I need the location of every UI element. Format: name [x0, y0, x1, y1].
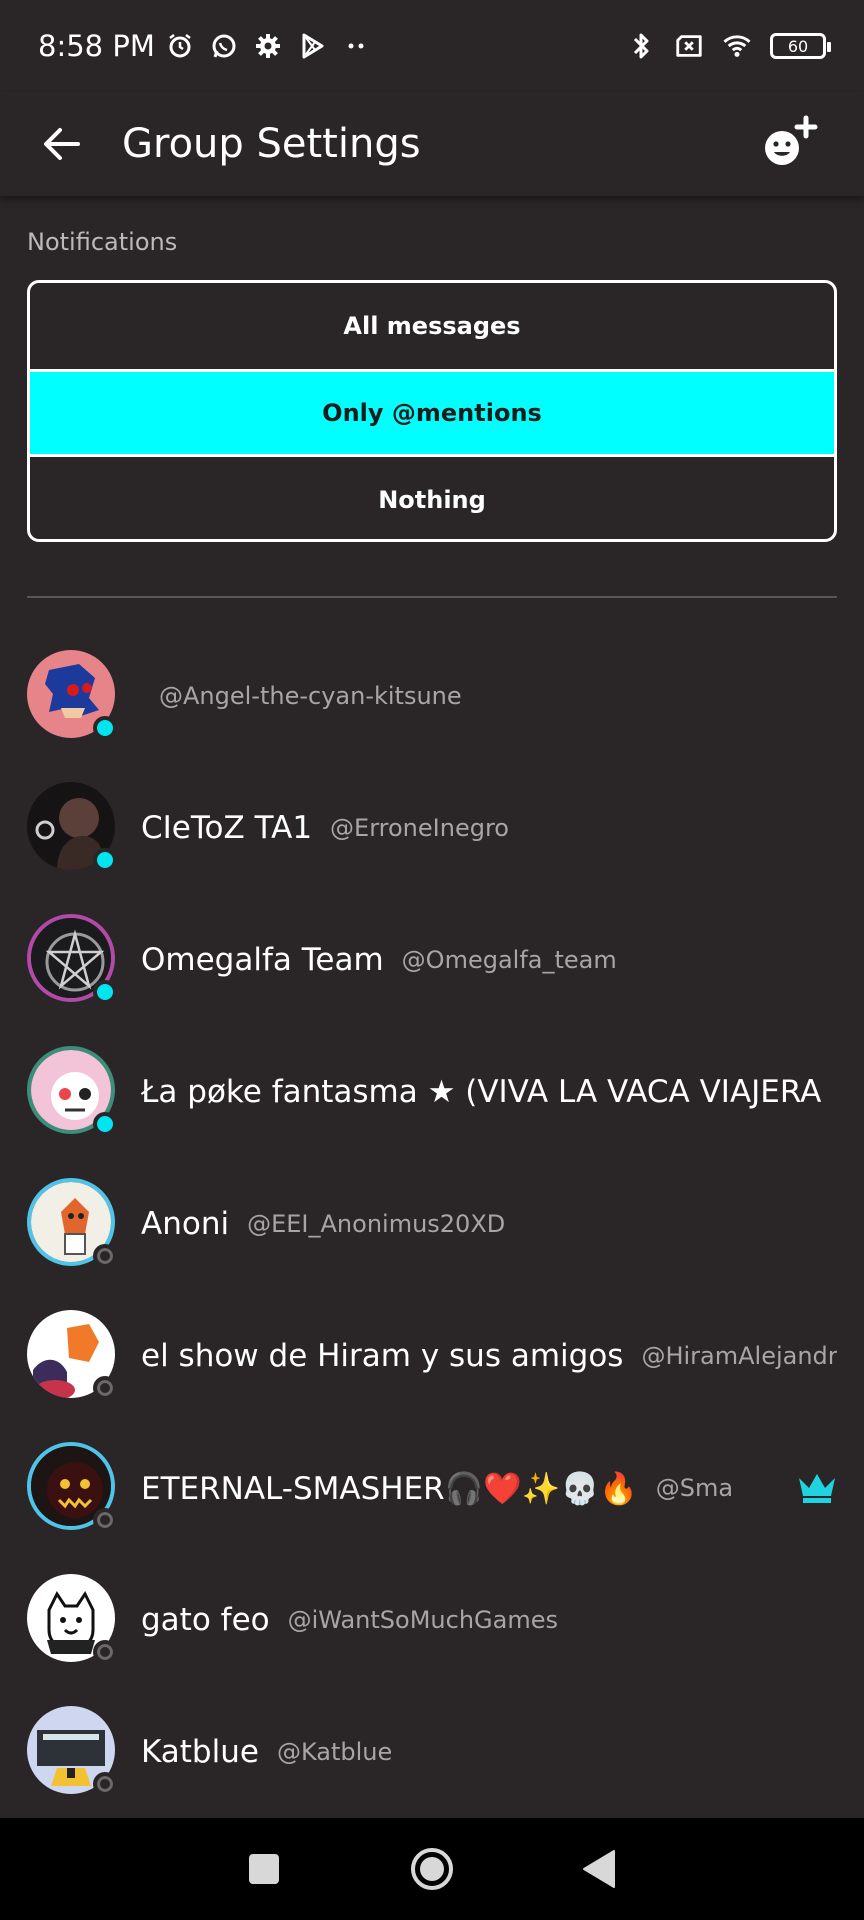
- offline-status-dot: [93, 1244, 117, 1268]
- member-handle: @Omegalfa_team: [401, 946, 617, 974]
- recents-button[interactable]: [234, 1839, 294, 1899]
- notifications-label: Notifications: [27, 228, 178, 256]
- member-row[interactable]: Ła pøke fantasma ★ (VIVA LA VACA VIAJERA: [0, 1026, 864, 1158]
- home-button[interactable]: [402, 1839, 462, 1899]
- member-row[interactable]: ETERNAL-SMASHER🎧❤️✨💀🔥 @Sma: [0, 1422, 864, 1554]
- member-row[interactable]: Omegalfa Team @Omegalfa_team: [0, 894, 864, 1026]
- member-list: @Angel-the-cyan-kitsune CIeToZ TA1 @Erro…: [0, 630, 864, 1818]
- offline-status-dot: [93, 1772, 117, 1796]
- notif-option-nothing[interactable]: Nothing: [30, 457, 834, 539]
- member-handle: @EEI_Anonimus20XD: [247, 1210, 506, 1238]
- member-name: el show de Hiram y sus amigos: [141, 1338, 624, 1374]
- circle-icon: [411, 1848, 453, 1890]
- battery-indicator: 60: [770, 33, 831, 59]
- page-title: Group Settings: [122, 121, 421, 167]
- bluetooth-icon: [626, 31, 656, 61]
- section-divider: [27, 596, 837, 598]
- square-icon: [249, 1854, 279, 1884]
- member-handle: @iWantSoMuchGames: [287, 1606, 558, 1634]
- member-row[interactable]: @Angel-the-cyan-kitsune: [0, 630, 864, 762]
- offline-status-dot: [93, 1508, 117, 1532]
- wifi-icon: [722, 31, 752, 61]
- triangle-back-icon: [583, 1850, 615, 1888]
- notification-options: All messages Only @mentions Nothing: [27, 280, 837, 542]
- app-bar: Group Settings: [0, 92, 864, 196]
- no-sim-icon: [674, 31, 704, 61]
- battery-level: 60: [787, 36, 809, 56]
- member-handle: @Sma: [655, 1474, 734, 1502]
- add-emoji-user-icon: [765, 115, 818, 165]
- whatsapp-icon: [209, 31, 239, 61]
- notif-option-all-messages[interactable]: All messages: [30, 283, 834, 369]
- member-name: CIeToZ TA1: [141, 810, 313, 846]
- member-row[interactable]: CIeToZ TA1 @ErroneInegro: [0, 762, 864, 894]
- member-row[interactable]: el show de Hiram y sus amigos @HiramAlej…: [0, 1290, 864, 1422]
- status-bar: 8:58 PM 60: [0, 0, 864, 92]
- online-status-dot: [93, 1112, 117, 1136]
- member-handle: @Katblue: [276, 1738, 393, 1766]
- member-handle: @Angel-the-cyan-kitsune: [159, 682, 462, 710]
- settings-gear-icon: [253, 31, 283, 61]
- member-handle: @HiramAlejandr: [641, 1342, 837, 1370]
- member-name: Katblue: [141, 1734, 259, 1770]
- member-name: gato feo: [141, 1602, 270, 1638]
- offline-status-dot: [93, 1376, 117, 1400]
- member-name: Ła pøke fantasma ★ (VIVA LA VACA VIAJERA: [141, 1074, 822, 1110]
- more-dots-icon: [341, 31, 371, 61]
- system-nav-bar: [0, 1818, 864, 1920]
- add-member-button[interactable]: [756, 112, 820, 176]
- member-name: ETERNAL-SMASHER🎧❤️✨💀🔥: [141, 1470, 638, 1507]
- offline-status-dot: [93, 1640, 117, 1664]
- play-store-icon: [297, 31, 327, 61]
- online-status-dot: [93, 980, 117, 1004]
- member-row[interactable]: gato feo @iWantSoMuchGames: [0, 1554, 864, 1686]
- online-status-dot: [93, 716, 117, 740]
- alarm-icon: [165, 31, 195, 61]
- back-button[interactable]: [32, 114, 92, 174]
- arrow-left-icon: [44, 128, 80, 160]
- member-handle: @ErroneInegro: [330, 814, 509, 842]
- online-status-dot: [93, 848, 117, 872]
- member-name: Omegalfa Team: [141, 942, 384, 978]
- member-row[interactable]: Katblue @Katblue: [0, 1686, 864, 1818]
- member-row[interactable]: Anoni @EEI_Anonimus20XD: [0, 1158, 864, 1290]
- status-time: 8:58 PM: [38, 29, 155, 63]
- notif-option-only-mentions[interactable]: Only @mentions: [30, 369, 834, 457]
- back-nav-button[interactable]: [570, 1839, 630, 1899]
- member-name: Anoni: [141, 1206, 230, 1242]
- crown-icon: [799, 1474, 835, 1503]
